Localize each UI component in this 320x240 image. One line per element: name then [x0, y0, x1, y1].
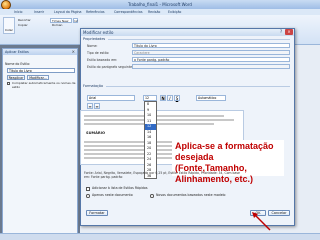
autocomplete-label: Completar automaticamente os nomes de es…	[12, 81, 76, 89]
type-field[interactable]: Caractere	[132, 50, 290, 55]
divider	[108, 39, 290, 40]
style-description: Fonte: Arial, Negrito, Versalete, Espaça…	[84, 171, 240, 179]
tab-exibicao[interactable]: Exibição	[168, 10, 181, 14]
only-this-doc-radio[interactable]	[86, 194, 90, 198]
paste-button[interactable]: Colar	[3, 17, 15, 34]
apply-styles-pane: Aplicar Estilos × Nome do Estilo: Título…	[2, 48, 78, 238]
based-label: Estilo baseado em:	[87, 58, 118, 62]
next-field[interactable]	[132, 64, 290, 69]
pane-title: Aplicar Estilos	[3, 49, 77, 55]
preview-sample-text: SUMÁRIO	[86, 131, 106, 135]
help-icon[interactable]: ?	[278, 29, 284, 35]
only-this-doc-label: Apenas neste documento	[92, 193, 133, 197]
tab-referencias[interactable]: Referências	[86, 10, 105, 14]
ribbon-font-name[interactable]: Times New Roman	[50, 18, 72, 27]
tab-correspondencias[interactable]: Correspondências	[114, 10, 143, 14]
tab-layout[interactable]: Layout da Página	[54, 10, 81, 14]
style-name-label: Nome do Estilo:	[5, 62, 31, 66]
cut-button[interactable]: Recortar	[18, 18, 31, 22]
ribbon-font-size[interactable]: 12	[73, 18, 78, 23]
name-label: Nome:	[87, 44, 98, 48]
window-title: Trabalho_final1 - Microsoft Word	[128, 2, 192, 7]
color-select[interactable]: Automático	[196, 95, 226, 101]
type-label: Tipo de estilo:	[87, 51, 110, 55]
divider	[106, 86, 290, 87]
dialog-title: Modificar estilo	[83, 30, 114, 35]
reapply-button[interactable]: Reaplicar	[7, 75, 25, 80]
align-left-icon[interactable]: ≡	[87, 103, 93, 109]
new-docs-label: Novos documentos baseados neste modelo	[156, 193, 226, 197]
based-field[interactable]: a Fonte parág. padrão	[132, 57, 290, 62]
status-bar	[0, 233, 320, 240]
underline-button[interactable]: S	[174, 95, 180, 101]
font-select[interactable]: Arial	[87, 95, 135, 101]
format-button[interactable]: Formatar	[86, 210, 108, 216]
copy-button[interactable]: Copiar	[18, 23, 28, 27]
font-size-dropdown[interactable]: 8 9 10 11 12 14 16 18 20 22 24 26 28 36	[144, 101, 157, 179]
tab-inserir[interactable]: Inserir	[34, 10, 44, 14]
properties-heading: Propriedades	[83, 37, 106, 41]
title-bar: Trabalho_final1 - Microsoft Word	[0, 0, 320, 10]
new-docs-radio[interactable]	[150, 194, 154, 198]
add-quick-styles-label: Adicionar à lista de Estilos Rápidos	[92, 186, 148, 190]
name-field[interactable]: Título do Livro	[132, 43, 290, 48]
modify-button[interactable]: Modificar...	[27, 75, 49, 80]
close-icon[interactable]: ×	[72, 49, 75, 54]
tab-revisao[interactable]: Revisão	[148, 10, 160, 14]
align-center-icon[interactable]: ≡	[94, 103, 100, 109]
bold-button[interactable]: N	[160, 95, 166, 101]
autocomplete-checkbox[interactable]	[7, 82, 10, 85]
next-label: Estilo do parágrafo seguinte:	[87, 65, 134, 69]
close-icon[interactable]: ×	[285, 29, 293, 35]
dialog-title-bar: Modificar estilo ? ×	[81, 29, 294, 36]
add-quick-styles-checkbox[interactable]	[86, 187, 90, 191]
style-name-combo[interactable]: Título do Livro	[7, 68, 75, 73]
format-heading: Formatação	[83, 84, 104, 88]
pointer-arrow-icon	[252, 212, 271, 231]
tab-inicio[interactable]: Início	[14, 10, 22, 14]
italic-button[interactable]: I	[167, 95, 173, 101]
